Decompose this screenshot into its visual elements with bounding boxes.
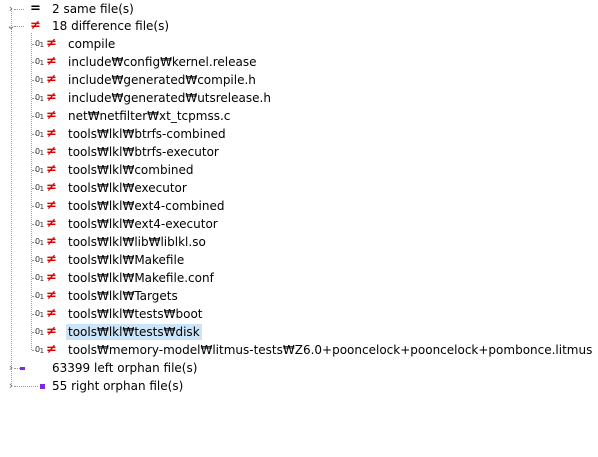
binary-01-icon: 01 — [35, 165, 44, 175]
diff-file-label[interactable]: compile — [66, 36, 117, 52]
binary-01-icon: 01 — [35, 255, 44, 265]
group-right-orphan-label[interactable]: 55 right orphan file(s) — [50, 378, 185, 394]
binary-01-icon: 01 — [35, 327, 44, 337]
not-equal-icon: ≠ — [46, 324, 57, 339]
not-equal-icon: ≠ — [46, 54, 57, 69]
binary-01-icon: 01 — [35, 93, 44, 103]
diff-file-label[interactable]: tools₩lkl₩ext4-executor — [66, 216, 220, 232]
diff-file-label[interactable]: tools₩lkl₩combined — [66, 162, 196, 178]
left-orphan-icon — [20, 367, 25, 370]
diff-file-label[interactable]: tools₩lkl₩btrfs-combined — [66, 126, 228, 142]
not-equal-icon: ≠ — [46, 306, 57, 321]
diff-file-label[interactable]: tools₩lkl₩btrfs-executor — [66, 144, 221, 160]
diff-file-label[interactable]: include₩generated₩compile.h — [66, 72, 258, 88]
not-equal-icon: ≠ — [46, 126, 57, 141]
diff-file-row[interactable]: 01 ≠ include₩generated₩compile.h — [0, 71, 598, 89]
not-equal-icon: ≠ — [46, 144, 57, 159]
diff-file-row[interactable]: 01 ≠ tools₩lkl₩Makefile.conf — [0, 269, 598, 287]
diff-file-label[interactable]: include₩generated₩utsrelease.h — [66, 90, 273, 106]
diff-file-row[interactable]: 01 ≠ tools₩lkl₩combined — [0, 161, 598, 179]
binary-01-icon: 01 — [35, 129, 44, 139]
diff-file-row[interactable]: 01 ≠ compile — [0, 35, 598, 53]
group-same-label[interactable]: 2 same file(s) — [50, 1, 136, 17]
binary-01-icon: 01 — [35, 291, 44, 301]
right-orphan-icon — [40, 384, 45, 389]
binary-01-icon: 01 — [35, 201, 44, 211]
not-equal-icon: ≠ — [30, 18, 41, 33]
diff-file-row[interactable]: 01 ≠ tools₩lkl₩tests₩boot — [0, 305, 598, 323]
binary-01-icon: 01 — [35, 147, 44, 157]
diff-file-label[interactable]: tools₩lkl₩executor — [66, 180, 189, 196]
not-equal-icon: ≠ — [46, 234, 57, 249]
binary-01-icon: 01 — [35, 39, 44, 49]
group-right-orphan-row[interactable]: › 55 right orphan file(s) — [0, 377, 598, 395]
diff-file-row[interactable]: 01 ≠ tools₩lkl₩btrfs-combined — [0, 125, 598, 143]
not-equal-icon: ≠ — [46, 198, 57, 213]
group-diff-label[interactable]: 18 difference file(s) — [50, 18, 171, 34]
not-equal-icon: ≠ — [46, 342, 57, 357]
tree-connector — [14, 386, 38, 387]
not-equal-icon: ≠ — [46, 162, 57, 177]
diff-file-label[interactable]: net₩netfilter₩xt_tcpmss.c — [66, 108, 232, 124]
binary-01-icon: 01 — [35, 57, 44, 67]
not-equal-icon: ≠ — [46, 36, 57, 51]
diff-file-row[interactable]: 01 ≠ tools₩lkl₩executor — [0, 179, 598, 197]
binary-01-icon: 01 — [35, 219, 44, 229]
equal-icon: = — [30, 1, 41, 16]
diff-file-row[interactable]: 01 ≠ net₩netfilter₩xt_tcpmss.c — [0, 107, 598, 125]
binary-01-icon: 01 — [35, 237, 44, 247]
diff-file-label[interactable]: tools₩lkl₩Targets — [66, 288, 180, 304]
not-equal-icon: ≠ — [46, 252, 57, 267]
diff-file-label[interactable]: tools₩lkl₩Makefile.conf — [66, 270, 216, 286]
diff-file-row[interactable]: 01 ≠ tools₩lkl₩ext4-executor — [0, 215, 598, 233]
not-equal-icon: ≠ — [46, 180, 57, 195]
binary-01-icon: 01 — [35, 309, 44, 319]
diff-file-label[interactable]: tools₩memory-model₩litmus-tests₩Z6.0+poo… — [66, 342, 594, 358]
diff-file-row[interactable]: 01 ≠ tools₩lkl₩Targets — [0, 287, 598, 305]
binary-01-icon: 01 — [35, 345, 44, 355]
binary-01-icon: 01 — [35, 75, 44, 85]
diff-file-row[interactable]: 01 ≠ tools₩lkl₩tests₩disk — [0, 323, 598, 341]
diff-file-row[interactable]: 01 ≠ tools₩lkl₩ext4-combined — [0, 197, 598, 215]
diff-file-row[interactable]: 01 ≠ include₩config₩kernel.release — [0, 53, 598, 71]
not-equal-icon: ≠ — [46, 288, 57, 303]
diff-file-label[interactable]: tools₩lkl₩Makefile — [66, 252, 186, 268]
diff-file-row[interactable]: 01 ≠ tools₩lkl₩Makefile — [0, 251, 598, 269]
diff-file-label[interactable]: tools₩lkl₩lib₩liblkl.so — [66, 234, 208, 250]
not-equal-icon: ≠ — [46, 216, 57, 231]
not-equal-icon: ≠ — [46, 72, 57, 87]
tree-connector — [14, 9, 24, 10]
group-left-orphan-row[interactable]: › 63399 left orphan file(s) — [0, 359, 598, 377]
diff-file-label[interactable]: tools₩lkl₩ext4-combined — [66, 198, 226, 214]
diff-file-row[interactable]: 01 ≠ tools₩lkl₩btrfs-executor — [0, 143, 598, 161]
not-equal-icon: ≠ — [46, 108, 57, 123]
diff-file-label[interactable]: tools₩lkl₩tests₩disk — [66, 324, 202, 340]
diff-file-label[interactable]: include₩config₩kernel.release — [66, 54, 258, 70]
diff-file-row[interactable]: 01 ≠ tools₩lkl₩lib₩liblkl.so — [0, 233, 598, 251]
binary-01-icon: 01 — [35, 273, 44, 283]
group-same-row[interactable]: › = 2 same file(s) — [0, 0, 598, 18]
diff-file-row[interactable]: 01 ≠ include₩generated₩utsrelease.h — [0, 89, 598, 107]
group-diff-row[interactable]: ⌄ ≠ 18 difference file(s) — [0, 17, 598, 35]
binary-01-icon: 01 — [35, 111, 44, 121]
comparison-tree: › = 2 same file(s) ⌄ ≠ 18 difference fil… — [0, 0, 598, 457]
not-equal-icon: ≠ — [46, 90, 57, 105]
group-left-orphan-label[interactable]: 63399 left orphan file(s) — [50, 360, 199, 376]
diff-file-row[interactable]: 01 ≠ tools₩memory-model₩litmus-tests₩Z6.0+… — [0, 341, 598, 359]
tree-connector — [14, 26, 24, 27]
binary-01-icon: 01 — [35, 183, 44, 193]
not-equal-icon: ≠ — [46, 270, 57, 285]
diff-file-label[interactable]: tools₩lkl₩tests₩boot — [66, 306, 205, 322]
